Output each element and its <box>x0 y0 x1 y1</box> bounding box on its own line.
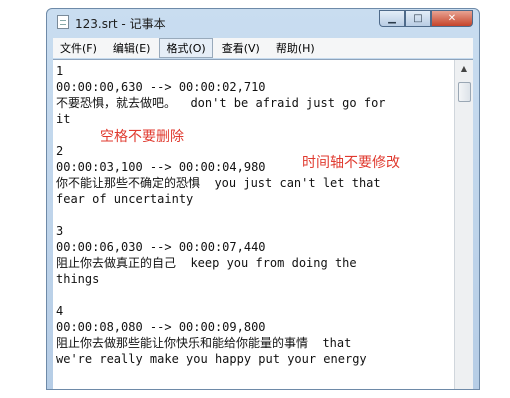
annotation-timeline-note: 时间轴不要修改 <box>302 155 400 171</box>
text-area[interactable]: 1 00:00:00,630 --> 00:00:02,710 不要恐惧，就去做吧。… <box>56 63 449 389</box>
annotation-space-note: 空格不要删除 <box>100 129 184 145</box>
text-line: 00:00:08,080 --> 00:00:09,800 <box>56 320 266 334</box>
close-button[interactable]: ✕ <box>431 10 473 27</box>
text-line: 你不能让那些不确定的恐惧 you just can't let that <box>56 176 381 190</box>
menu-format[interactable]: 格式(O) <box>159 38 213 58</box>
title-bar[interactable]: 123.srt - 记事本 ▁ □ ✕ <box>47 9 479 35</box>
text-line: 阻止你去做那些能让你快乐和能给你能量的事情 that <box>56 336 352 350</box>
text-line: 00:00:00,630 --> 00:00:02,710 <box>56 80 266 94</box>
text-line: fear of uncertainty <box>56 192 194 206</box>
text-line: 3 <box>56 224 64 238</box>
scroll-up-arrow-icon[interactable]: ▲ <box>455 60 473 76</box>
text-line: things <box>56 272 100 286</box>
menu-file[interactable]: 文件(F) <box>53 38 104 58</box>
scroll-thumb[interactable] <box>458 82 471 102</box>
caption-buttons: ▁ □ ✕ <box>379 10 473 28</box>
text-line: 4 <box>56 304 64 318</box>
text-line: we're really make you happy put your ene… <box>56 352 367 366</box>
text-line <box>56 287 449 303</box>
text-line: 阻止你去做真正的自己 keep you from doing the <box>56 256 357 270</box>
maximize-button[interactable]: □ <box>405 10 431 27</box>
text-editor[interactable]: 1 00:00:00,630 --> 00:00:02,710 不要恐惧，就去做吧。… <box>53 59 473 389</box>
minimize-button[interactable]: ▁ <box>379 10 405 27</box>
menu-view[interactable]: 查看(V) <box>215 38 267 58</box>
vertical-scrollbar[interactable]: ▲ <box>454 60 473 389</box>
menu-help[interactable]: 帮助(H) <box>269 38 322 58</box>
text-line: 00:00:06,030 --> 00:00:07,440 <box>56 240 266 254</box>
window-title: 123.srt - 记事本 <box>75 17 166 31</box>
notepad-icon <box>57 15 69 29</box>
text-line: 不要恐惧，就去做吧。 don't be afraid just go for <box>56 96 386 110</box>
menu-bar: 文件(F) 编辑(E) 格式(O) 查看(V) 帮助(H) <box>53 38 473 58</box>
notepad-window: 123.srt - 记事本 ▁ □ ✕ 文件(F) 编辑(E) 格式(O) 查看… <box>46 8 480 390</box>
menu-edit[interactable]: 编辑(E) <box>106 38 158 58</box>
text-line: 1 <box>56 64 64 78</box>
text-line: it <box>56 112 71 126</box>
text-line <box>56 207 449 223</box>
